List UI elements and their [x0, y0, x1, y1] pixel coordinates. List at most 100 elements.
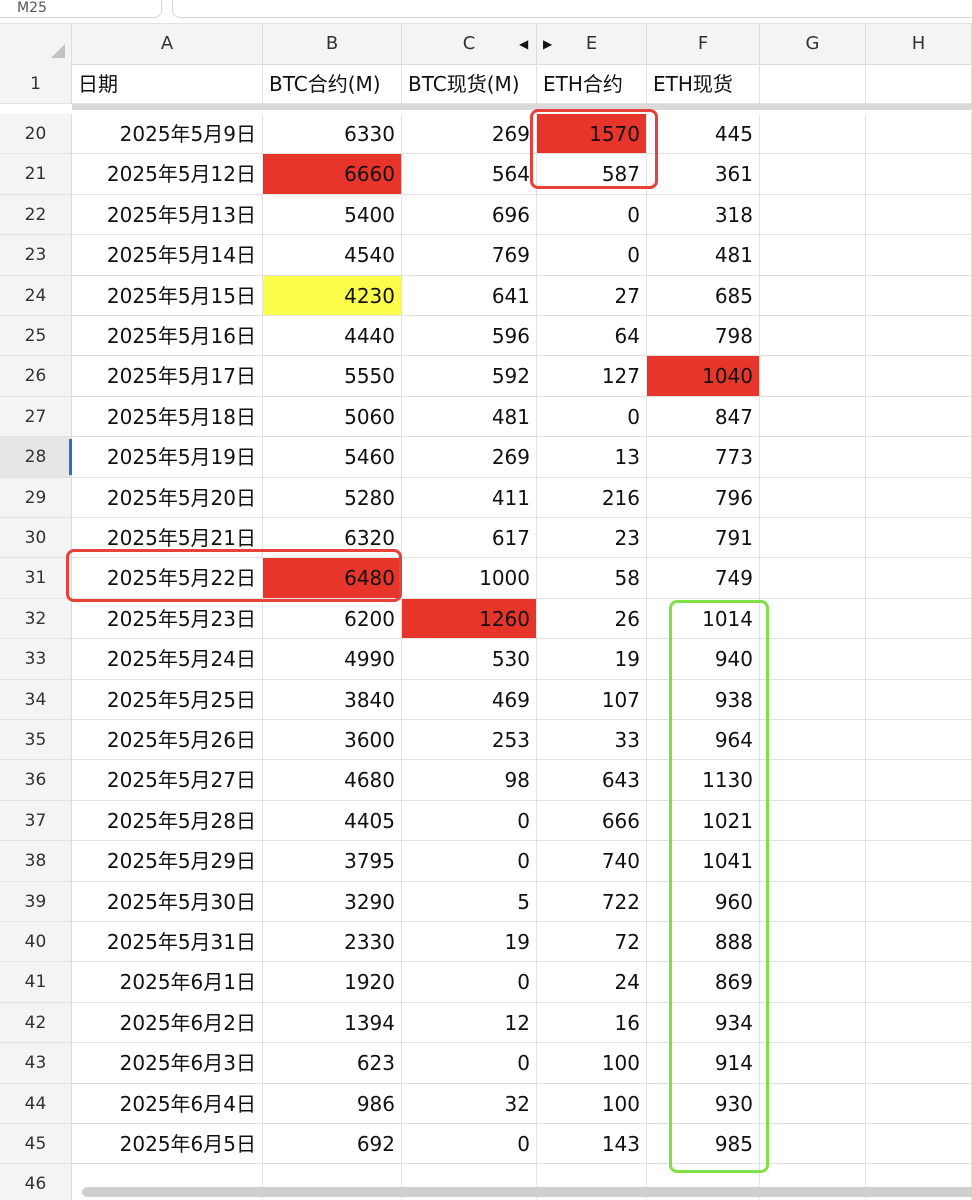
cell-f38[interactable]: 1041: [647, 841, 760, 882]
cell-b42[interactable]: 1394: [263, 1002, 402, 1044]
cell-c27[interactable]: 481: [402, 396, 537, 438]
cell-g31[interactable]: [760, 558, 866, 599]
header-cell-btc-spot[interactable]: BTC现货(M): [402, 64, 537, 104]
cell-h38[interactable]: [866, 841, 972, 882]
cell-h26[interactable]: [866, 356, 972, 397]
cell-c42[interactable]: 12: [402, 1002, 537, 1044]
cell-g44[interactable]: [760, 1083, 866, 1124]
cell-f45[interactable]: 985: [647, 1124, 760, 1165]
row-number[interactable]: 26: [0, 356, 72, 397]
cell-h24[interactable]: [866, 275, 972, 316]
cell-c43[interactable]: 0: [402, 1043, 537, 1084]
cell-c32[interactable]: 1260: [402, 598, 537, 640]
cell-e29[interactable]: 216: [537, 477, 647, 518]
row-number[interactable]: 22: [0, 194, 72, 236]
cell-a30[interactable]: 2025年5月21日: [72, 518, 263, 559]
column-header-g[interactable]: G: [760, 24, 866, 64]
cell-h34[interactable]: [866, 679, 972, 720]
cell-f20[interactable]: 445: [647, 114, 760, 155]
cell-g43[interactable]: [760, 1043, 866, 1084]
row-number[interactable]: 24: [0, 275, 72, 316]
cell-f37[interactable]: 1021: [647, 800, 760, 842]
column-header-b[interactable]: B: [263, 24, 402, 64]
row-number[interactable]: 42: [0, 1002, 72, 1044]
name-box[interactable]: M25: [0, 0, 162, 18]
cell-a23[interactable]: 2025年5月14日: [72, 235, 263, 276]
cell-h31[interactable]: [866, 558, 972, 599]
cell-g37[interactable]: [760, 800, 866, 842]
cell-b35[interactable]: 3600: [263, 720, 402, 761]
cell-c20[interactable]: 269: [402, 114, 537, 155]
cell-g41[interactable]: [760, 962, 866, 1003]
cell-c35[interactable]: 253: [402, 720, 537, 761]
cell-h27[interactable]: [866, 396, 972, 438]
cell-c25[interactable]: 596: [402, 316, 537, 357]
cell-a37[interactable]: 2025年5月28日: [72, 800, 263, 842]
cell-h20[interactable]: [866, 114, 972, 155]
cell-g32[interactable]: [760, 598, 866, 640]
cell-c24[interactable]: 641: [402, 275, 537, 316]
cell-h21[interactable]: [866, 154, 972, 195]
cell-e23[interactable]: 0: [537, 235, 647, 276]
cell-b33[interactable]: 4990: [263, 639, 402, 680]
header-cell-eth-futures[interactable]: ETH合约: [537, 64, 647, 104]
column-header-h[interactable]: H: [866, 24, 972, 64]
cell-f43[interactable]: 914: [647, 1043, 760, 1084]
cell-g21[interactable]: [760, 154, 866, 195]
cell-c44[interactable]: 32: [402, 1083, 537, 1124]
row-number[interactable]: 41: [0, 962, 72, 1003]
cell-b27[interactable]: 5060: [263, 396, 402, 438]
header-cell-btc-futures[interactable]: BTC合约(M): [263, 64, 402, 104]
cell-h42[interactable]: [866, 1002, 972, 1044]
cell-a38[interactable]: 2025年5月29日: [72, 841, 263, 882]
horizontal-scrollbar[interactable]: [82, 1187, 972, 1197]
cell-g30[interactable]: [760, 518, 866, 559]
cell-h25[interactable]: [866, 316, 972, 357]
cell-g28[interactable]: [760, 437, 866, 478]
cell-g34[interactable]: [760, 679, 866, 720]
cell-b22[interactable]: 5400: [263, 194, 402, 236]
cell-b36[interactable]: 4680: [263, 760, 402, 801]
row-number[interactable]: 27: [0, 396, 72, 438]
cell-h29[interactable]: [866, 477, 972, 518]
cell-h39[interactable]: [866, 881, 972, 922]
cell-a44[interactable]: 2025年6月4日: [72, 1083, 263, 1124]
cell-f25[interactable]: 798: [647, 316, 760, 357]
cell-e43[interactable]: 100: [537, 1043, 647, 1084]
row-number[interactable]: 29: [0, 477, 72, 518]
select-all-corner[interactable]: [0, 24, 72, 64]
cell-e30[interactable]: 23: [537, 518, 647, 559]
cell-f28[interactable]: 773: [647, 437, 760, 478]
cell-e21[interactable]: 587: [537, 154, 647, 195]
cell-a32[interactable]: 2025年5月23日: [72, 598, 263, 640]
cell-g22[interactable]: [760, 194, 866, 236]
cell-c36[interactable]: 98: [402, 760, 537, 801]
cell-f34[interactable]: 938: [647, 679, 760, 720]
cell-b20[interactable]: 6330: [263, 114, 402, 155]
cell-a27[interactable]: 2025年5月18日: [72, 396, 263, 438]
cell-c41[interactable]: 0: [402, 962, 537, 1003]
cell-e31[interactable]: 58: [537, 558, 647, 599]
row-number[interactable]: 38: [0, 841, 72, 882]
cell-e45[interactable]: 143: [537, 1124, 647, 1165]
cell-f40[interactable]: 888: [647, 922, 760, 963]
cell-e35[interactable]: 33: [537, 720, 647, 761]
cell-a21[interactable]: 2025年5月12日: [72, 154, 263, 195]
cell-b23[interactable]: 4540: [263, 235, 402, 276]
row-number[interactable]: 37: [0, 800, 72, 842]
cell-e32[interactable]: 26: [537, 598, 647, 640]
cell-h22[interactable]: [866, 194, 972, 236]
cell-h32[interactable]: [866, 598, 972, 640]
cell-a26[interactable]: 2025年5月17日: [72, 356, 263, 397]
cell-g36[interactable]: [760, 760, 866, 801]
cell-e42[interactable]: 16: [537, 1002, 647, 1044]
cell-a24[interactable]: 2025年5月15日: [72, 275, 263, 316]
row-number[interactable]: 46: [0, 1164, 72, 1200]
cell-g33[interactable]: [760, 639, 866, 680]
cell-c37[interactable]: 0: [402, 800, 537, 842]
cell-a41[interactable]: 2025年6月1日: [72, 962, 263, 1003]
cell-c38[interactable]: 0: [402, 841, 537, 882]
cell-h30[interactable]: [866, 518, 972, 559]
cell-b41[interactable]: 1920: [263, 962, 402, 1003]
formula-input[interactable]: [172, 0, 972, 18]
